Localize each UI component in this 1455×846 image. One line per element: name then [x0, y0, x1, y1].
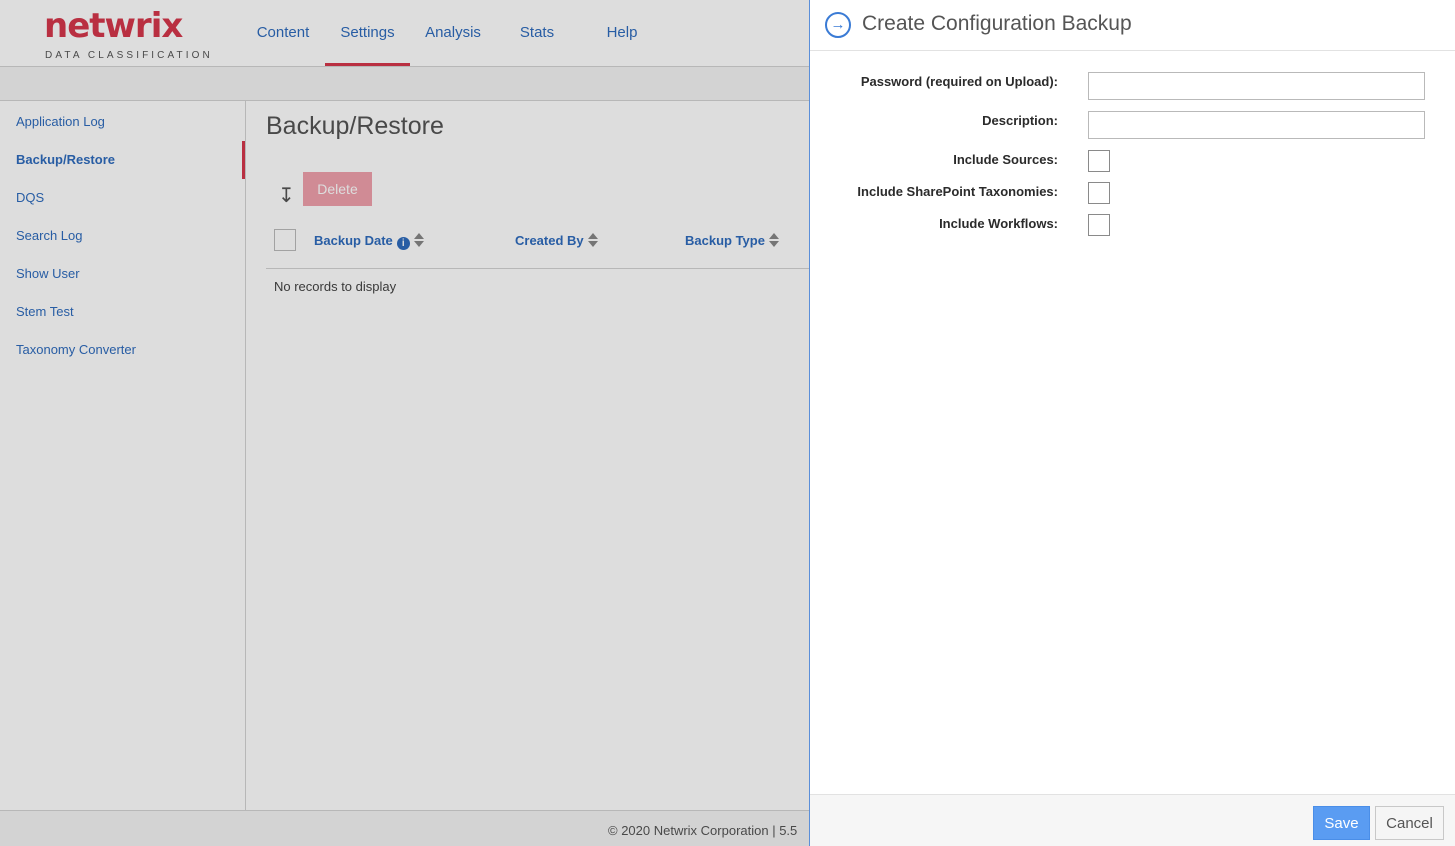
- password-input[interactable]: [1088, 72, 1425, 100]
- password-label: Password (required on Upload):: [860, 74, 1058, 89]
- include-taxonomies-checkbox[interactable]: [1088, 182, 1110, 204]
- include-workflows-checkbox[interactable]: [1088, 214, 1110, 236]
- create-backup-panel: → Create Configuration Backup Password (…: [809, 0, 1455, 846]
- include-sources-label: Include Sources:: [953, 152, 1058, 167]
- save-button[interactable]: Save: [1313, 806, 1370, 840]
- arrow-right-circle-icon[interactable]: →: [825, 12, 851, 38]
- panel-header: → Create Configuration Backup: [810, 0, 1455, 51]
- description-label: Description:: [982, 113, 1058, 128]
- description-input[interactable]: [1088, 111, 1425, 139]
- panel-title: Create Configuration Backup: [862, 12, 1132, 35]
- cancel-button[interactable]: Cancel: [1375, 806, 1444, 840]
- include-workflows-label: Include Workflows:: [939, 216, 1058, 231]
- include-sources-checkbox[interactable]: [1088, 150, 1110, 172]
- panel-footer: Save Cancel: [810, 794, 1455, 846]
- include-taxonomies-label: Include SharePoint Taxonomies:: [857, 184, 1058, 199]
